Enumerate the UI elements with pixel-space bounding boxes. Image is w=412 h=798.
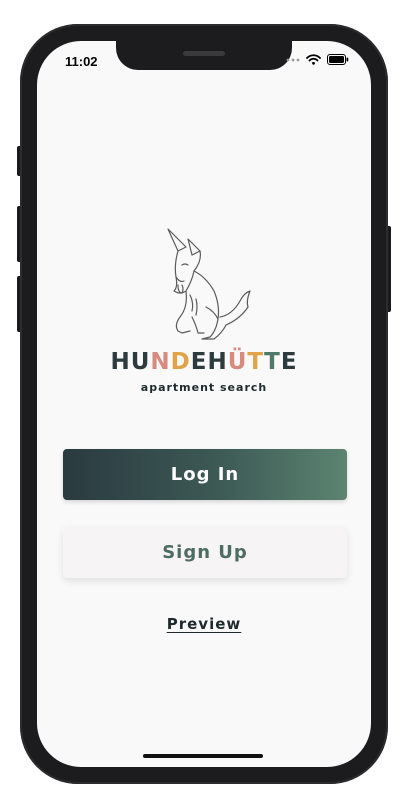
home-indicator[interactable] [143,754,263,758]
logo-illustration [37,221,371,355]
status-time: 11:02 [65,54,98,69]
signal-dots-icon [286,58,300,61]
dog-illustration-icon [167,228,251,340]
speaker-grille [183,51,225,56]
brand-letter: T [247,349,265,375]
phone-frame: 11:02 HUNDEHÜTTE apartment search Log In… [20,24,388,784]
brand-letter: N [150,349,171,375]
app-screen: 11:02 HUNDEHÜTTE apartment search Log In… [37,41,371,767]
battery-icon [327,54,349,65]
preview-link[interactable]: Preview [37,615,371,633]
notch [116,41,292,70]
brand-wordmark: HUNDEHÜTTE [37,349,371,375]
device-mockup: 11:02 HUNDEHÜTTE apartment search Log In… [0,0,412,798]
brand-letter: E [280,349,298,375]
brand-letter: T [264,349,281,375]
brand-letter: U [130,349,151,375]
brand-subtitle: apartment search [140,381,268,394]
brand-letter: H [207,349,228,375]
login-button[interactable]: Log In [63,449,347,500]
login-button-label: Log In [170,464,240,485]
brand-letter: Ü [227,349,248,375]
wifi-icon [306,54,321,65]
brand-letter: D [170,349,191,375]
brand-letter: H [110,349,131,375]
brand-letter: E [190,349,208,375]
status-icons [286,54,349,65]
signup-button[interactable]: Sign Up [63,527,347,578]
signup-button-label: Sign Up [162,542,248,563]
